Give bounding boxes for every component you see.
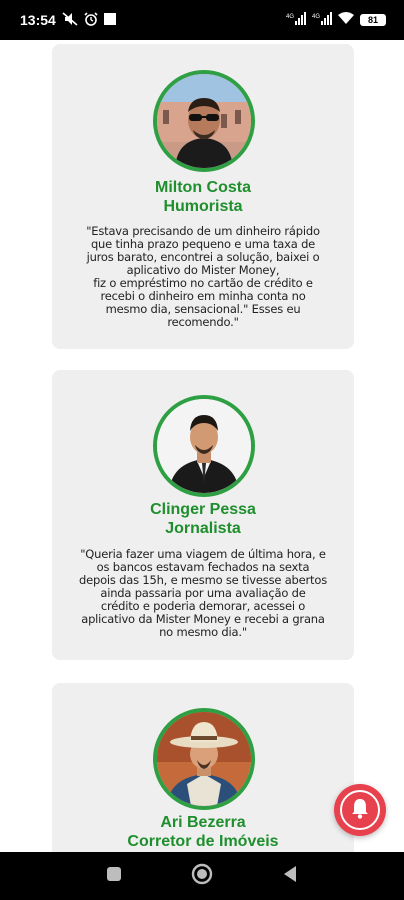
status-left: 13:54 [20, 11, 116, 29]
system-nav-bar [0, 852, 404, 900]
testimonial-quote: "Queria fazer uma viagem de última hora,… [76, 548, 330, 639]
bell-icon [350, 797, 370, 823]
svg-text:4G: 4G [286, 14, 294, 20]
person-role: Jornalista [165, 520, 241, 537]
svg-text:4G: 4G [312, 14, 320, 20]
muted-icon [62, 11, 78, 29]
person-role: Corretor de Imóveis [127, 833, 279, 850]
quote-line: recomendo." [167, 315, 239, 329]
notification-button[interactable] [334, 784, 386, 836]
status-right: 4G 4G 81 [286, 11, 386, 29]
avatar-clinger-pessa [153, 395, 255, 497]
signal-2-icon: 4G [312, 11, 332, 29]
alarm-icon [84, 11, 98, 29]
status-time: 13:54 [20, 12, 56, 28]
circle-icon [191, 863, 213, 889]
testimonial-name: Ari Bezerra Corretor de Imóveis [52, 813, 354, 851]
status-bar: 13:54 4G 4G 81 [0, 0, 404, 40]
person-name: Clinger Pessa [150, 501, 256, 518]
wifi-icon [338, 12, 354, 28]
signal-1-icon: 4G [286, 11, 306, 29]
back-button[interactable] [270, 856, 310, 896]
quote-line: no mesmo dia." [159, 625, 247, 639]
triangle-back-icon [282, 865, 298, 887]
battery-indicator: 81 [360, 14, 386, 26]
square-icon [106, 866, 122, 886]
testimonial-card: Ari Bezerra Corretor de Imóveis [52, 683, 354, 852]
testimonial-name: Milton Costa Humorista [52, 178, 354, 216]
testimonial-card: Clinger Pessa Jornalista "Queria fazer u… [52, 370, 354, 660]
avatar-ari-bezerra [153, 708, 255, 810]
square-notification-icon [103, 12, 116, 28]
testimonial-card: Milton Costa Humorista "Estava precisand… [52, 44, 354, 349]
home-button[interactable] [182, 856, 222, 896]
battery-level: 81 [367, 15, 378, 25]
avatar-milton-costa [153, 70, 255, 172]
recents-button[interactable] [94, 856, 134, 896]
person-name: Ari Bezerra [160, 814, 246, 831]
testimonial-quote: "Estava precisando de um dinheiro rápido… [76, 225, 330, 329]
person-role: Humorista [163, 198, 243, 215]
fab-ring [340, 790, 380, 830]
testimonial-name: Clinger Pessa Jornalista [52, 500, 354, 538]
person-name: Milton Costa [155, 179, 251, 196]
testimonials-list[interactable]: Milton Costa Humorista "Estava precisand… [0, 40, 404, 852]
